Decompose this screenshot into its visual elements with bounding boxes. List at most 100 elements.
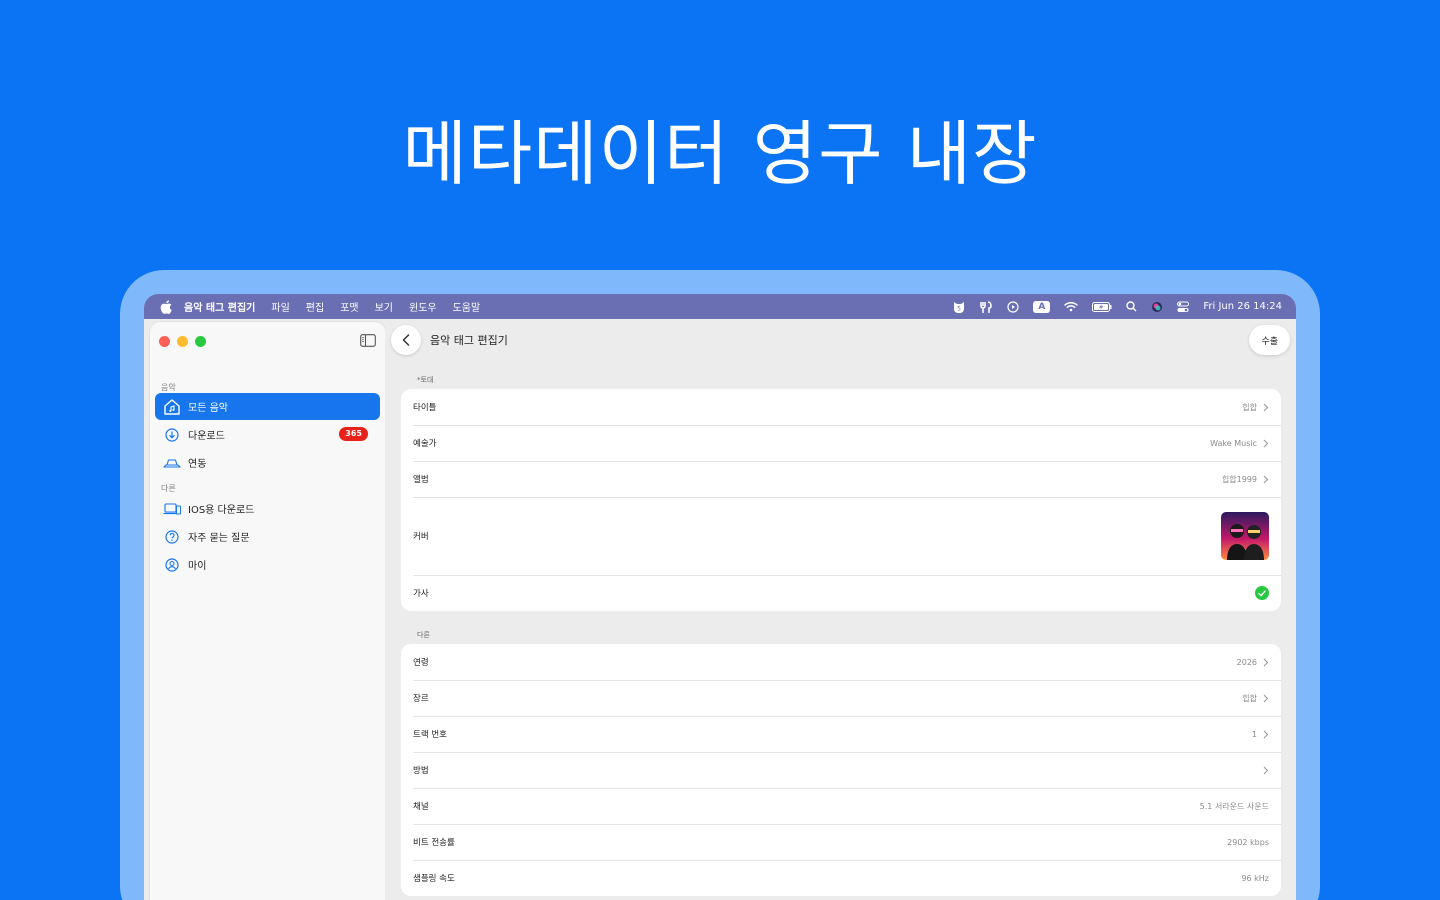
question-icon [163, 528, 181, 546]
export-button[interactable]: 수출 [1249, 325, 1290, 355]
channel-row: 채널 5.1 서라운드 사운드 [401, 788, 1281, 824]
album-row[interactable]: 앨범 힙합1999 [401, 461, 1281, 497]
apple-logo-icon[interactable] [160, 299, 172, 314]
app-screen: 음악 태그 편집기 파일 편집 포맷 보기 윈도우 도움말 5 A Fri Ju… [144, 294, 1296, 900]
menu-edit[interactable]: 편집 [306, 299, 324, 314]
menu-bar: 음악 태그 편집기 파일 편집 포맷 보기 윈도우 도움말 5 A Fri Ju… [144, 294, 1296, 319]
sidebar-item-sync[interactable]: 연동 [155, 449, 380, 476]
cat-icon[interactable]: 5 [953, 300, 965, 314]
basic-tags-group: 타이틀 힙합 예술가 Wake Music 앨범 힙합1999 커버 가사 [401, 389, 1281, 611]
spotlight-search-icon[interactable] [1126, 300, 1137, 314]
sidebar: 음악 모든 음악 다운로드 365 연동 다른 IOS용 다운로드 자주 묻는 … [150, 322, 385, 900]
status-area: 5 A Fri Jun 26 14:24 [953, 294, 1282, 319]
main-content: 음악 태그 편집기 수출 *토대 타이틀 힙합 예술가 Wake Music 앨… [385, 319, 1296, 900]
sidebar-item-label: 자주 묻는 질문 [188, 533, 250, 544]
close-window-button[interactable] [159, 336, 170, 347]
chevron-right-icon [1263, 694, 1269, 702]
basic-section-label: *토대 [417, 376, 434, 384]
menubar-clock[interactable]: Fri Jun 26 14:24 [1203, 301, 1282, 312]
chevron-right-icon [1263, 730, 1269, 738]
battery-icon[interactable] [1092, 300, 1112, 314]
row-label: 채널 [413, 802, 429, 812]
row-label: 앨범 [413, 475, 429, 485]
menu-help[interactable]: 도움말 [453, 299, 481, 314]
minimize-window-button[interactable] [177, 336, 188, 347]
zoom-window-button[interactable] [195, 336, 206, 347]
row-value: 힙합 [1242, 402, 1257, 412]
menu-file[interactable]: 파일 [271, 299, 289, 314]
chevron-right-icon [1263, 658, 1269, 666]
siri-icon[interactable] [1151, 300, 1163, 314]
menu-window[interactable]: 윈도우 [409, 299, 437, 314]
home-music-icon [163, 398, 181, 416]
cover-art-image[interactable] [1221, 512, 1269, 560]
row-label: 트랙 번호 [413, 730, 447, 740]
track-number-row[interactable]: 트랙 번호 1 [401, 716, 1281, 752]
row-label: 장르 [413, 694, 429, 704]
year-row[interactable]: 연령 2026 [401, 644, 1281, 680]
row-value: 2902 kbps [1227, 837, 1269, 847]
laptop-phone-icon [163, 500, 181, 518]
sidebar-item-label: 연동 [188, 459, 207, 470]
sidebar-item-my[interactable]: 마이 [155, 551, 380, 578]
method-row[interactable]: 방법 [401, 752, 1281, 788]
row-label: 커버 [413, 532, 429, 542]
lyrics-row[interactable]: 가사 [401, 575, 1281, 611]
menu-view[interactable]: 보기 [375, 299, 393, 314]
genre-row[interactable]: 장르 힙합 [401, 680, 1281, 716]
sidebar-item-label: 모든 음악 [188, 403, 228, 414]
other-section-label: 다른 [417, 631, 430, 639]
download-icon [163, 426, 181, 444]
chevron-right-icon [1263, 766, 1269, 774]
row-label: 예술가 [413, 439, 437, 449]
row-label: 방법 [413, 766, 429, 776]
sidebar-item-ios-download[interactable]: IOS용 다운로드 [155, 495, 380, 522]
chevron-left-icon [402, 334, 410, 346]
row-label: 비트 전송률 [413, 838, 455, 848]
row-value: 5.1 서라운드 사운드 [1199, 801, 1269, 811]
cover-row[interactable]: 커버 [401, 497, 1281, 575]
row-value: 96 kHz [1241, 873, 1269, 883]
menu-app-name[interactable]: 음악 태그 편집기 [184, 299, 255, 314]
row-value: 1 [1251, 729, 1257, 739]
row-value: 힙합1999 [1221, 474, 1257, 484]
title-row[interactable]: 타이틀 힙합 [401, 389, 1281, 425]
row-value: 2026 [1236, 657, 1257, 667]
cloud-sync-icon [163, 454, 181, 472]
sidebar-item-faq[interactable]: 자주 묻는 질문 [155, 523, 380, 550]
sidebar-item-all-music[interactable]: 모든 음악 [155, 393, 380, 420]
other-tags-group: 연령 2026 장르 힙합 트랙 번호 1 방법 채널 5.1 서라운드 사운드… [401, 644, 1281, 896]
sidebar-item-downloads[interactable]: 다운로드 365 [155, 421, 380, 448]
control-center-icon[interactable] [1177, 300, 1190, 314]
row-label: 샘플링 속도 [413, 874, 455, 884]
sample-rate-row: 샘플링 속도 96 kHz [401, 860, 1281, 896]
svg-text:5: 5 [957, 305, 961, 312]
bitrate-row: 비트 전송률 2902 kbps [401, 824, 1281, 860]
hero-title: 메타데이터 영구 내장 [402, 113, 1038, 195]
download-count-badge: 365 [339, 427, 368, 441]
row-label: 가사 [413, 589, 429, 599]
wifi-icon[interactable] [1064, 300, 1079, 314]
chevron-right-icon [1263, 439, 1269, 447]
sidebar-toggle-icon[interactable] [360, 334, 376, 347]
row-label: 타이틀 [413, 403, 437, 413]
chevron-right-icon [1263, 403, 1269, 411]
sidebar-section-music: 음악 [161, 383, 176, 392]
sidebar-item-label: 다운로드 [188, 431, 225, 442]
row-value: 힙합 [1242, 693, 1257, 703]
page-title: 음악 태그 편집기 [430, 334, 508, 347]
menu-format[interactable]: 포맷 [340, 299, 358, 314]
fork-icon[interactable] [979, 300, 993, 314]
input-source-icon[interactable]: A [1033, 300, 1051, 313]
back-button[interactable] [391, 325, 421, 355]
sidebar-section-other: 다른 [161, 484, 176, 493]
row-label: 연령 [413, 658, 429, 668]
checkmark-icon [1255, 586, 1269, 600]
sidebar-item-label: 마이 [188, 561, 207, 572]
play-circle-icon[interactable] [1007, 300, 1020, 314]
row-value: Wake Music [1210, 438, 1257, 448]
chevron-right-icon [1263, 475, 1269, 483]
artist-row[interactable]: 예술가 Wake Music [401, 425, 1281, 461]
person-icon [163, 556, 181, 574]
sidebar-item-label: IOS용 다운로드 [188, 505, 255, 516]
